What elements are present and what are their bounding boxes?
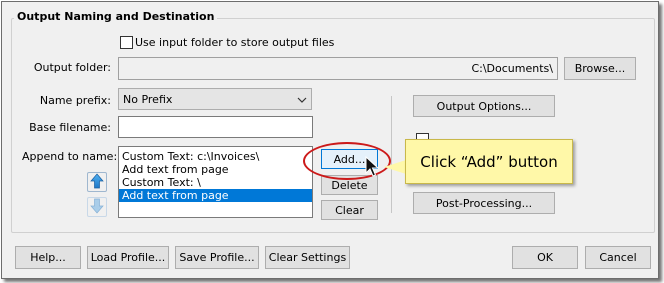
mouse-cursor-icon <box>365 155 380 181</box>
vertical-separator <box>391 96 392 213</box>
post-processing-button[interactable]: Post-Processing... <box>413 192 555 214</box>
group-title: Output Naming and Destination <box>14 10 218 23</box>
annotation-callout: Click “Add” button <box>405 139 573 184</box>
dialog-window: Output Naming and Destination Use input … <box>1 1 659 279</box>
output-folder-field[interactable]: C:\Documents\ <box>118 57 558 80</box>
name-prefix-value: No Prefix <box>123 92 173 106</box>
load-profile-button[interactable]: Load Profile... <box>87 246 169 269</box>
use-input-folder-checkbox[interactable] <box>120 36 133 49</box>
move-down-arrow-icon <box>90 198 104 217</box>
use-input-folder-label: Use input folder to store output files <box>135 36 335 49</box>
base-filename-label: Base filename: <box>29 121 111 134</box>
ok-button[interactable]: OK <box>512 246 578 269</box>
save-profile-button[interactable]: Save Profile... <box>175 246 259 269</box>
name-prefix-select[interactable]: No Prefix <box>118 88 312 110</box>
browse-button[interactable]: Browse... <box>564 57 636 80</box>
move-up-button[interactable] <box>87 172 107 192</box>
output-folder-label: Output folder: <box>33 61 111 74</box>
append-to-name-label: Append to name: <box>22 150 118 163</box>
move-down-button[interactable] <box>87 197 107 217</box>
list-item[interactable]: Custom Text: c:\Invoices\ <box>119 150 312 163</box>
cancel-button[interactable]: Cancel <box>585 246 651 269</box>
base-filename-input[interactable] <box>118 116 313 138</box>
move-up-arrow-icon <box>90 172 104 192</box>
clear-settings-button[interactable]: Clear Settings <box>265 246 350 269</box>
clear-button[interactable]: Clear <box>321 200 378 220</box>
chevron-down-icon <box>297 93 307 106</box>
append-list[interactable]: Custom Text: c:\Invoices\ Add text from … <box>118 146 313 218</box>
callout-pointer <box>384 160 406 174</box>
output-options-button[interactable]: Output Options... <box>413 95 555 117</box>
list-item[interactable]: Custom Text: \ <box>119 176 312 189</box>
help-button[interactable]: Help... <box>15 246 81 269</box>
name-prefix-label: Name prefix: <box>39 94 111 107</box>
list-item-selected[interactable]: Add text from page <box>119 189 312 202</box>
list-item[interactable]: Add text from page <box>119 163 312 176</box>
